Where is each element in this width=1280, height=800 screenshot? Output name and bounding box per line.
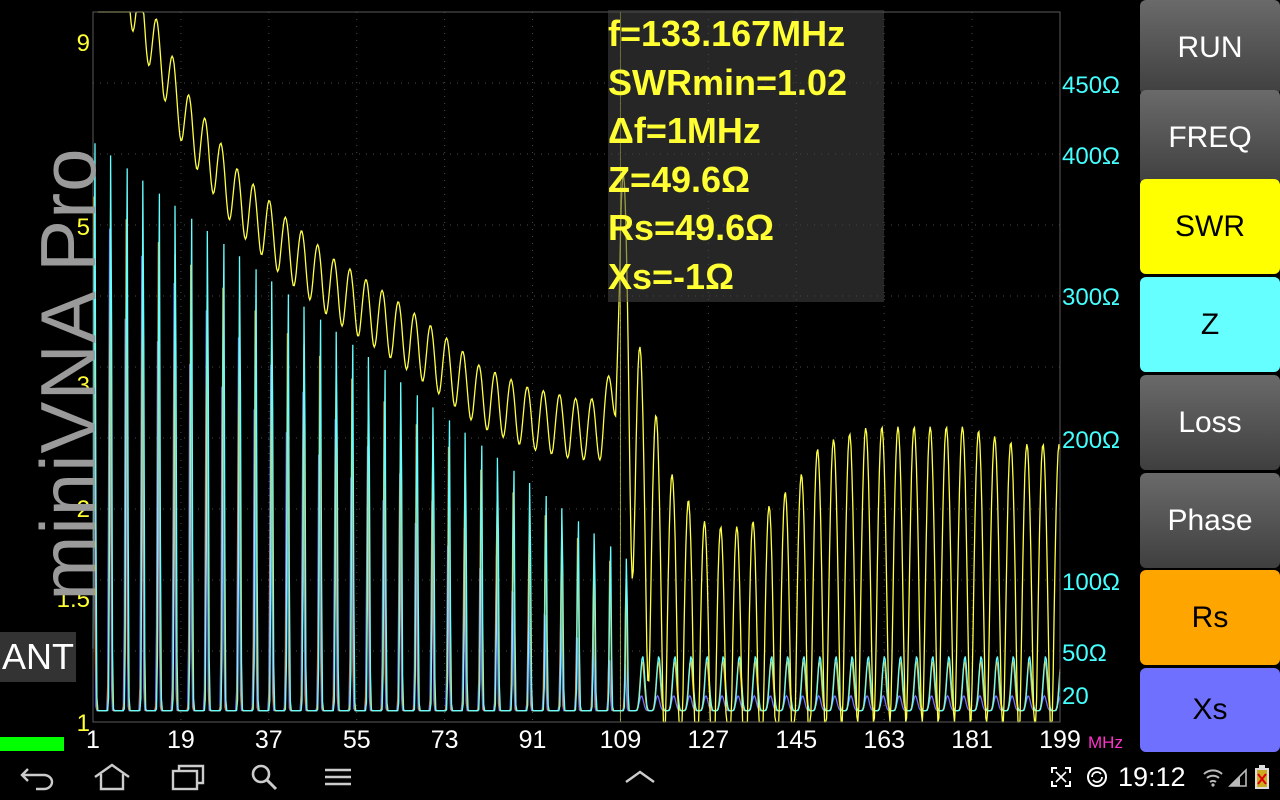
loss-button[interactable]: Loss xyxy=(1140,375,1280,470)
x-tick-label: 19 xyxy=(167,726,195,752)
impedance-tick-label: 450Ω xyxy=(1062,72,1120,99)
readout-xs: Xs=-1Ω xyxy=(608,255,734,297)
impedance-tick-label: 400Ω xyxy=(1062,143,1120,170)
x-unit-label: MHz xyxy=(1088,733,1123,752)
menu-icon[interactable] xyxy=(318,760,358,794)
swr-button[interactable]: SWR xyxy=(1140,179,1280,274)
x-tick-label: 37 xyxy=(255,726,283,752)
search-icon[interactable] xyxy=(244,760,284,794)
run-button[interactable]: RUN xyxy=(1140,0,1280,95)
impedance-tick-label: 50Ω xyxy=(1062,640,1107,667)
x-tick-label: 163 xyxy=(863,726,905,752)
back-icon[interactable] xyxy=(18,760,58,794)
x-tick-label: 199 xyxy=(1039,726,1081,752)
x-tick-label: 181 xyxy=(951,726,993,752)
x-tick-label: 91 xyxy=(519,726,547,752)
freq-button[interactable]: FREQ xyxy=(1140,90,1280,185)
wifi-icon xyxy=(1200,760,1226,794)
chevron-up-icon[interactable] xyxy=(620,760,660,794)
z-button[interactable]: Z xyxy=(1140,277,1280,372)
impedance-tick-label: 300Ω xyxy=(1062,284,1120,311)
battery-icon xyxy=(1250,760,1274,794)
readout-impedance: Z=49.6Ω xyxy=(608,158,750,200)
mode-sidebar: RUN FREQ SWR Z Loss Phase Rs Xs xyxy=(1140,0,1280,752)
impedance-tick-label: 200Ω xyxy=(1062,427,1120,454)
recent-apps-icon[interactable] xyxy=(168,760,208,794)
x-tick-label: 127 xyxy=(688,726,730,752)
readout-delta-f: Δf=1MHz xyxy=(608,110,761,151)
xs-button[interactable]: Xs xyxy=(1140,668,1280,752)
swr-tick-label: 9 xyxy=(77,30,90,57)
x-tick-label: 145 xyxy=(775,726,817,752)
x-tick-label: 73 xyxy=(431,726,459,752)
impedance-tick-label: 20 xyxy=(1062,683,1089,710)
antenna-label: ANT xyxy=(0,632,76,682)
measurement-readout: f=133.167MHz SWRmin=1.02 Δf=1MHz Z=49.6Ω… xyxy=(608,10,884,302)
readout-frequency: f=133.167MHz xyxy=(608,13,846,54)
swr-plot[interactable]: 1 19 37 55 73 91 109 127 145 163 181 199 MHz11.52359… xyxy=(0,0,1140,752)
app-watermark: miniVNA Pro xyxy=(24,147,112,601)
swr-tick-label: 1 xyxy=(77,710,90,737)
impedance-tick-label: 100Ω xyxy=(1062,569,1120,596)
x-tick-label: 109 xyxy=(600,726,642,752)
readout-rs: Rs=49.6Ω xyxy=(608,207,774,248)
home-icon[interactable] xyxy=(92,760,132,794)
screenshot-icon xyxy=(1044,760,1078,794)
axis-ticks: 1 19 37 55 73 91 109 127 145 163 181 199 MHz11.52359… xyxy=(57,30,1123,752)
readout-swr-min: SWRmin=1.02 xyxy=(608,61,848,103)
signal-icon xyxy=(1226,760,1250,794)
x-tick-label: 55 xyxy=(343,726,371,752)
sync-icon xyxy=(1080,760,1114,794)
phase-button[interactable]: Phase xyxy=(1140,473,1280,568)
status-indicator-bar xyxy=(0,737,64,751)
rs-button[interactable]: Rs xyxy=(1140,570,1280,665)
status-clock: 19:12 xyxy=(1118,762,1186,792)
